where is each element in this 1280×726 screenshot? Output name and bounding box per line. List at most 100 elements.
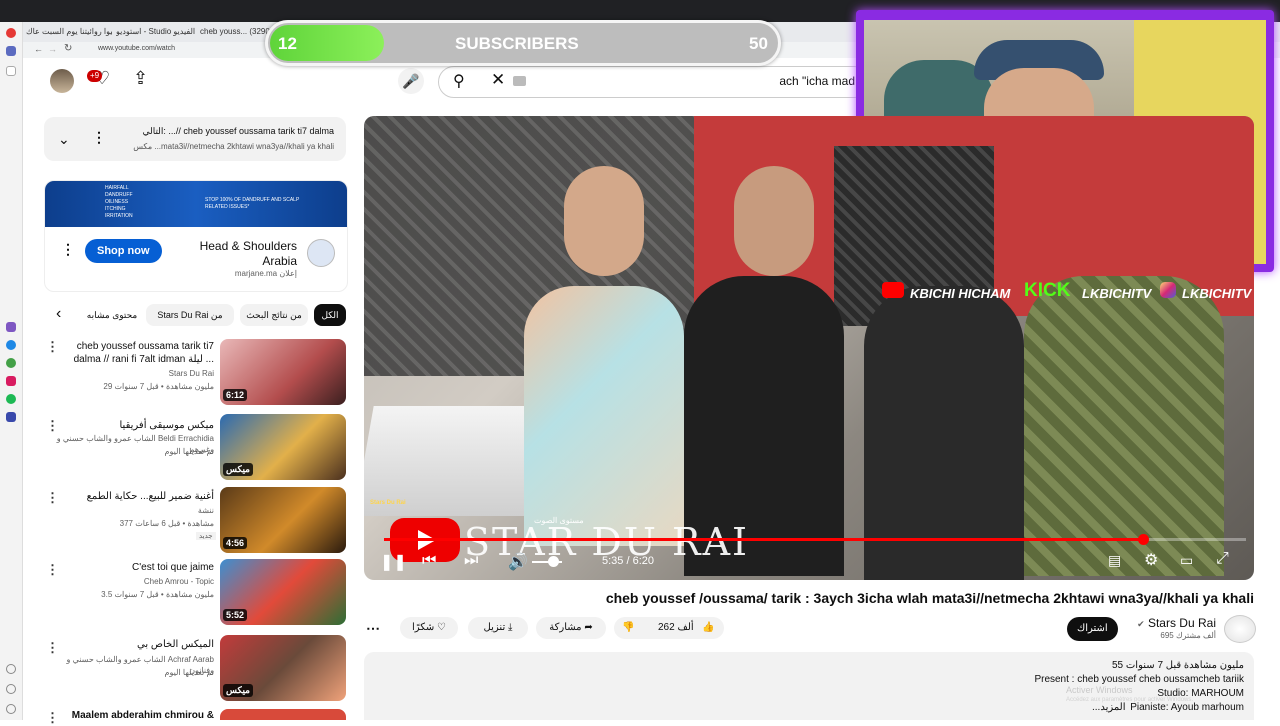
video-title[interactable]: ميكس موسيقى أفريقيا bbox=[60, 419, 215, 432]
video-player[interactable]: KBICHI HICHAM KICK LKBICHITV LKBICHITV S… bbox=[364, 116, 1254, 580]
spotify-icon[interactable] bbox=[6, 394, 16, 404]
info-icon[interactable] bbox=[6, 704, 16, 714]
avatar[interactable] bbox=[50, 69, 74, 93]
previous-icon[interactable]: ⏮ bbox=[422, 552, 436, 570]
next-up-card[interactable]: ⌄ ⋮ التالي: ...// cheb youssef oussama t… bbox=[44, 117, 346, 161]
keyboard-icon[interactable] bbox=[513, 76, 526, 86]
browser-tab[interactable]: استوديو - Studio تفاصيل الفيديو bbox=[116, 24, 196, 40]
dislike-icon[interactable]: 👎 bbox=[622, 617, 634, 639]
pause-icon[interactable]: ❚❚ bbox=[380, 552, 407, 572]
video-channel[interactable]: Stars Du Rai bbox=[60, 368, 214, 379]
volume-icon[interactable]: 🔊 bbox=[508, 552, 528, 572]
thumbnail[interactable]: ميكس bbox=[220, 635, 346, 701]
windows-activation-sub: Accédez aux paramètres pour activer Wind… bbox=[1066, 697, 1194, 703]
thumbnail[interactable]: 4:56 bbox=[220, 487, 346, 553]
more-icon[interactable]: ⋮ bbox=[46, 339, 59, 355]
settings-icon[interactable] bbox=[6, 684, 16, 694]
progress-scrubber[interactable] bbox=[1137, 534, 1149, 545]
subscriber-current: 12 bbox=[278, 34, 297, 53]
video-title[interactable]: cheb youssef oussama tarik ti7 dalma // … bbox=[60, 340, 214, 366]
messenger-icon[interactable] bbox=[6, 340, 16, 350]
app-icon[interactable] bbox=[6, 322, 16, 332]
ad-banner-word: OILINESS bbox=[105, 199, 129, 205]
mic-icon[interactable]: 🎤 bbox=[398, 68, 424, 94]
thumbnail[interactable]: ميكس bbox=[220, 414, 346, 480]
upload-icon[interactable]: ⇪ bbox=[133, 68, 148, 89]
browser-sidebar bbox=[0, 22, 23, 720]
history-icon[interactable] bbox=[6, 664, 16, 674]
chip-all[interactable]: الكل bbox=[314, 304, 346, 326]
chip-from-search[interactable]: من نتائج البحث bbox=[240, 304, 308, 326]
ad-more-icon[interactable]: ⋮ bbox=[61, 241, 75, 258]
share-button[interactable]: مشاركة ➦ bbox=[536, 617, 606, 639]
more-icon[interactable]: ⋮ bbox=[46, 418, 59, 434]
ad-banner-word: IRRITATION bbox=[105, 213, 133, 219]
thumbnail[interactable]: 5:52 bbox=[220, 559, 346, 625]
share-label: مشاركة bbox=[549, 622, 582, 633]
video-meta: 3.5 مليون مشاهدة • قبل 7 سنوات bbox=[101, 590, 214, 599]
thumbnail[interactable] bbox=[220, 709, 346, 720]
aria-icon[interactable] bbox=[6, 46, 16, 56]
volume-tooltip: مستوى الصوت bbox=[534, 516, 584, 525]
more-icon[interactable]: ⋮ bbox=[46, 490, 59, 506]
instagram-icon[interactable] bbox=[6, 376, 16, 386]
ad-domain[interactable]: marjane.ma bbox=[235, 269, 277, 278]
more-icon[interactable]: ⋮ bbox=[46, 562, 59, 578]
url-text[interactable]: www.youtube.com/watch bbox=[98, 45, 175, 52]
video-title[interactable]: Maalem abderahim chmirou & bbox=[60, 709, 214, 722]
video-title[interactable]: أغنية ضمير للبيع... حكاية الطمع bbox=[60, 490, 214, 503]
channel-name-text[interactable]: Stars Du Rai bbox=[1148, 616, 1216, 630]
thanks-button[interactable]: شكرًا ♡ bbox=[400, 617, 458, 639]
show-more-link[interactable]: ...المزيد bbox=[1092, 702, 1126, 713]
mix-badge: ميكس bbox=[223, 684, 253, 697]
theater-mode-icon[interactable]: ▭ bbox=[1180, 552, 1193, 569]
captions-icon[interactable]: ▤ bbox=[1108, 552, 1121, 569]
kick-logo: KICK bbox=[1024, 280, 1071, 301]
next-icon[interactable]: ⏭ bbox=[464, 552, 478, 570]
channel-avatar[interactable] bbox=[1224, 615, 1256, 643]
description-box[interactable]: 55 مليون مشاهدة قبل 7 سنوات Present : ch… bbox=[364, 652, 1254, 720]
ad-card[interactable]: HAIRFALL DANDRUFF OILINESS ITCHING IRRIT… bbox=[44, 180, 348, 292]
reload-icon[interactable]: ↻ bbox=[64, 43, 72, 54]
channel-name[interactable]: ✔ Stars Du Rai bbox=[1124, 616, 1216, 630]
thumbnail[interactable]: 6:12 bbox=[220, 339, 346, 405]
pin-icon[interactable] bbox=[6, 66, 16, 76]
search-icon[interactable]: ⚲ bbox=[453, 71, 465, 91]
forward-icon[interactable]: → bbox=[48, 44, 57, 54]
clear-search-icon[interactable]: ✕ bbox=[491, 70, 505, 90]
progress-track[interactable] bbox=[384, 538, 1246, 541]
new-badge: جديد bbox=[196, 532, 216, 540]
subscribe-button[interactable]: اشتراك bbox=[1067, 617, 1118, 641]
shop-now-button[interactable]: Shop now bbox=[85, 239, 162, 263]
overlay-kick-name: LKBICHITV bbox=[1082, 286, 1152, 301]
chevron-down-icon[interactable]: ⌄ bbox=[58, 131, 70, 148]
download-button[interactable]: تنزيل ⤓ bbox=[468, 617, 528, 639]
next-up-subtitle: مكس ...mata3i//netmecha 2khtawi wna3ya//… bbox=[133, 142, 334, 151]
like-icon[interactable]: 👍 bbox=[702, 617, 714, 639]
video-meta: 377 مشاهدة • قبل 6 ساعات bbox=[119, 519, 214, 528]
search-input[interactable]: ⚲ ✕ ach "icha mad bbox=[438, 66, 870, 98]
more-icon[interactable]: ⋮ bbox=[46, 710, 59, 726]
opera-icon[interactable] bbox=[6, 28, 16, 38]
chevron-left-icon[interactable]: ‹ bbox=[56, 305, 61, 323]
like-count[interactable]: 262 ألف bbox=[658, 617, 694, 639]
browser-tab[interactable]: أحيوا روائيتنا يوم السبت عاك... bbox=[26, 24, 112, 40]
fullscreen-icon[interactable]: ⤢ bbox=[1216, 550, 1229, 568]
video-title[interactable]: C'est toi que jaime bbox=[60, 561, 214, 574]
settings-icon[interactable]: ⚙ bbox=[1144, 550, 1158, 570]
pianist bbox=[524, 286, 684, 546]
more-icon[interactable]: ⋮ bbox=[92, 129, 106, 146]
whatsapp-icon[interactable] bbox=[6, 358, 16, 368]
back-icon[interactable]: ← bbox=[34, 44, 43, 54]
ad-banner[interactable]: HAIRFALL DANDRUFF OILINESS ITCHING IRRIT… bbox=[45, 181, 347, 227]
search-query[interactable]: ach "icha mad bbox=[779, 74, 855, 88]
more-actions-icon[interactable]: ⋯ bbox=[366, 620, 380, 637]
channel-subs: 695 ألف مشترك bbox=[1160, 631, 1216, 640]
chip-from-channel[interactable]: Stars Du Rai من bbox=[146, 304, 234, 326]
app-icon[interactable] bbox=[6, 412, 16, 422]
video-title[interactable]: الميكس الخاص بي bbox=[60, 638, 214, 651]
chip-related[interactable]: محتوى مشابه bbox=[86, 304, 138, 326]
volume-knob[interactable] bbox=[548, 556, 559, 567]
ad-banner-text: STOP 100% OF DANDRUFF AND SCALP RELATED … bbox=[205, 197, 300, 210]
browser-tab-active[interactable]: cheb youss... (3290) bbox=[200, 24, 270, 40]
